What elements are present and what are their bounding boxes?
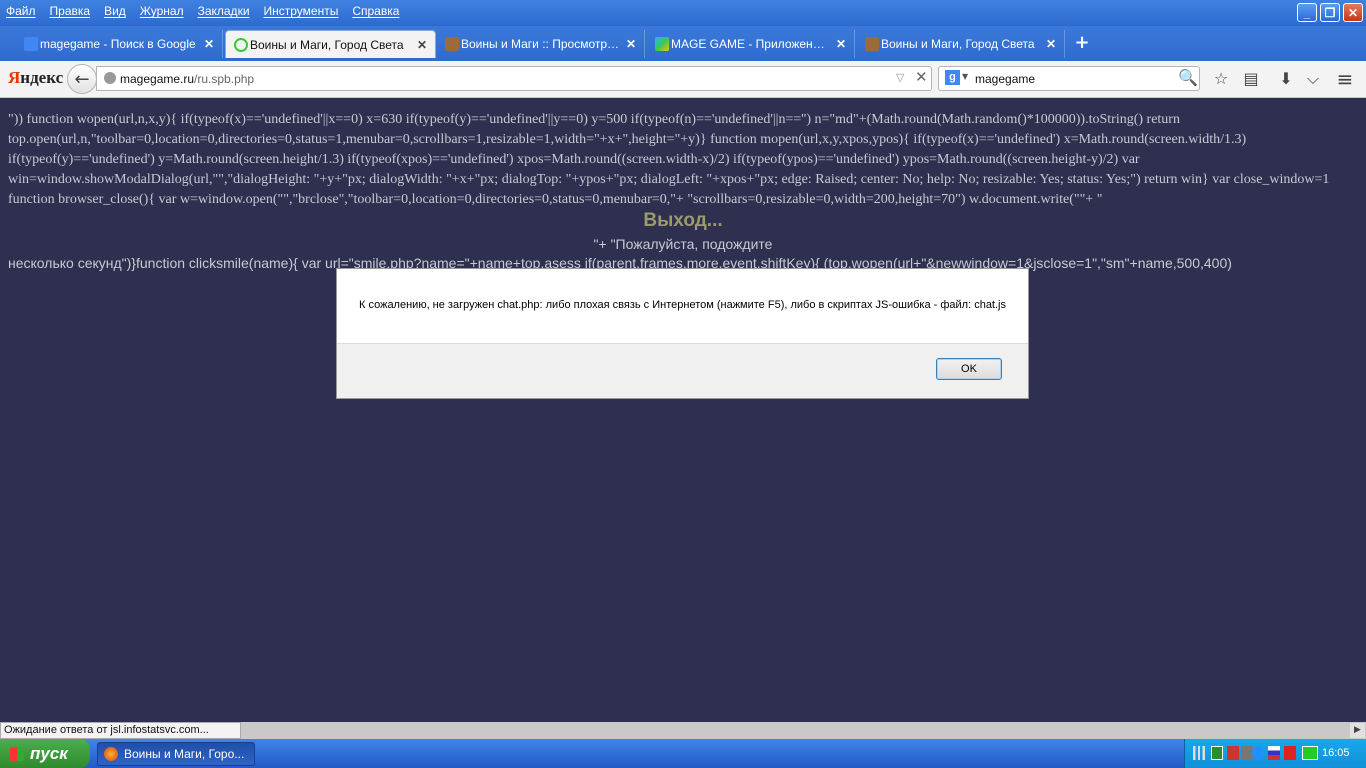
url-dropdown-icon[interactable]: ▽ (896, 71, 904, 84)
app-tray-icon[interactable] (1211, 746, 1223, 760)
tab-label: MAGE GAME - Приложения н... (671, 37, 830, 51)
exit-heading: Выход... (643, 210, 723, 231)
close-window-button[interactable]: ✕ (1343, 3, 1363, 22)
minimize-button[interactable]: _ (1297, 3, 1317, 22)
new-tab-button[interactable]: + (1073, 33, 1091, 53)
network-signal-icon[interactable] (1193, 746, 1205, 760)
yandex-logo-rest: ндекс (20, 68, 64, 87)
menu-help[interactable]: Справка (352, 4, 399, 18)
download-icon[interactable]: ⬇ (1275, 68, 1297, 90)
clock[interactable]: 16:05 (1322, 747, 1350, 759)
url-path: /ru.spb.php (194, 72, 255, 86)
close-tab-icon[interactable]: ✕ (204, 37, 214, 51)
game-icon (865, 37, 879, 51)
reading-list-icon[interactable]: ▤ (1240, 68, 1262, 90)
menu-history[interactable]: Журнал (140, 4, 184, 18)
tab-label: magegame - Поиск в Google (40, 37, 196, 51)
search-engine-dropdown-icon[interactable]: ▼ (962, 72, 968, 81)
taskbar-item-label: Воины и Маги, Горо... (124, 747, 245, 761)
status-text: Ожидание ответа от jsl.infostatsvc.com..… (0, 722, 241, 739)
yandex-logo-first-letter: Я (8, 68, 21, 87)
alert-message: К сожалению, не загружен chat.php: либо … (359, 299, 1006, 311)
script-source-text: ")) function wopen(url,n,x,y){ if(typeof… (8, 112, 1330, 207)
search-input[interactable]: magegame (975, 72, 1035, 86)
menu-icon[interactable]: ≡ (1334, 68, 1356, 90)
firefox-icon (104, 747, 118, 761)
taskbar-firefox-item[interactable]: Воины и Маги, Горо... (97, 742, 255, 766)
windows-logo-icon (10, 746, 24, 761)
update-tray-icon[interactable] (1284, 746, 1296, 760)
tab-play-store[interactable]: MAGE GAME - Приложения н... ✕ (647, 30, 855, 58)
globe-icon[interactable] (104, 72, 116, 84)
menu-edit[interactable]: Правка (50, 4, 91, 18)
tab-google-search[interactable]: magegame - Поиск в Google ✕ (16, 30, 223, 58)
tab-label: Воины и Маги :: Просмотр т... (461, 37, 620, 51)
tab-label: Воины и Маги, Город Света (881, 37, 1035, 51)
bookmark-star-icon[interactable]: ☆ (1210, 68, 1232, 90)
close-tab-icon[interactable]: ✕ (626, 37, 636, 51)
battery-icon[interactable] (1302, 746, 1318, 760)
start-button[interactable]: пуск (0, 739, 90, 768)
tab-game-2[interactable]: Воины и Маги, Город Света ✕ (857, 30, 1065, 58)
ok-button[interactable]: OK (936, 358, 1002, 380)
scroll-right-icon[interactable]: ▶ (1350, 723, 1365, 738)
url-text[interactable]: magegame.ru/ru.spb.php (120, 72, 254, 86)
please-wait-text: "+ "Пожалуйста, подождите (593, 236, 773, 252)
security-tray-icon[interactable] (1227, 746, 1239, 760)
loading-icon (234, 38, 248, 52)
ie-tray-icon[interactable] (1252, 746, 1264, 760)
search-engine-icon[interactable]: g (945, 70, 960, 85)
tab-label: Воины и Маги, Город Света (250, 37, 404, 52)
menu-bar: Файл Правка Вид Журнал Закладки Инструме… (0, 0, 413, 22)
url-host: magegame.ru (120, 72, 195, 86)
menu-tools[interactable]: Инструменты (264, 4, 339, 18)
pocket-icon[interactable]: ⌵ (1302, 68, 1324, 90)
menu-file[interactable]: Файл (6, 4, 36, 18)
search-icon[interactable]: 🔍 (1178, 68, 1198, 87)
google-icon (24, 37, 38, 51)
tab-forum-view[interactable]: Воины и Маги :: Просмотр т... ✕ (437, 30, 645, 58)
start-label: пуск (30, 743, 68, 763)
game-icon (445, 37, 459, 51)
tab-active-game[interactable]: Воины и Маги, Город Света ✕ (225, 30, 436, 58)
close-tab-icon[interactable]: ✕ (417, 38, 427, 52)
yandex-logo[interactable]: Яндекс (8, 68, 63, 88)
back-button[interactable]: ← (67, 64, 97, 94)
language-flag-icon[interactable] (1268, 746, 1280, 760)
close-tab-icon[interactable]: ✕ (836, 37, 846, 51)
play-store-icon (655, 37, 669, 51)
menu-view[interactable]: Вид (104, 4, 126, 18)
menu-bookmarks[interactable]: Закладки (198, 4, 250, 18)
stop-icon[interactable]: ✕ (915, 68, 928, 86)
maximize-button[interactable]: ❐ (1320, 3, 1340, 22)
close-tab-icon[interactable]: ✕ (1046, 37, 1056, 51)
